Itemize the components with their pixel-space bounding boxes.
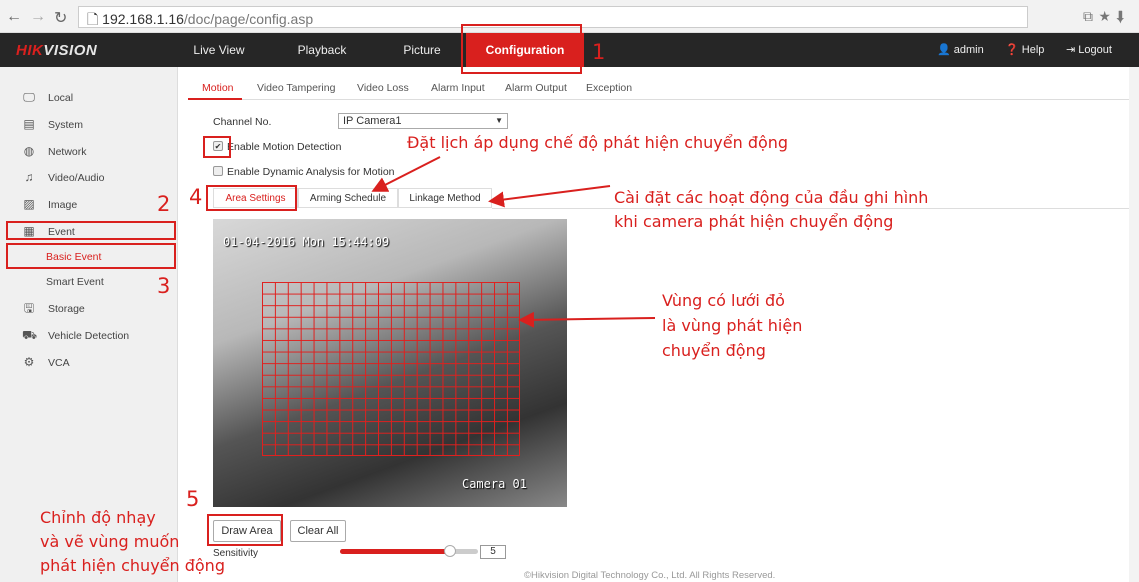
- annotation-arrows: [371, 156, 656, 328]
- arrow-to-arming-schedule: [371, 156, 441, 192]
- arrow-to-grid: [518, 311, 656, 328]
- arrow-to-linkage-method: [488, 185, 611, 208]
